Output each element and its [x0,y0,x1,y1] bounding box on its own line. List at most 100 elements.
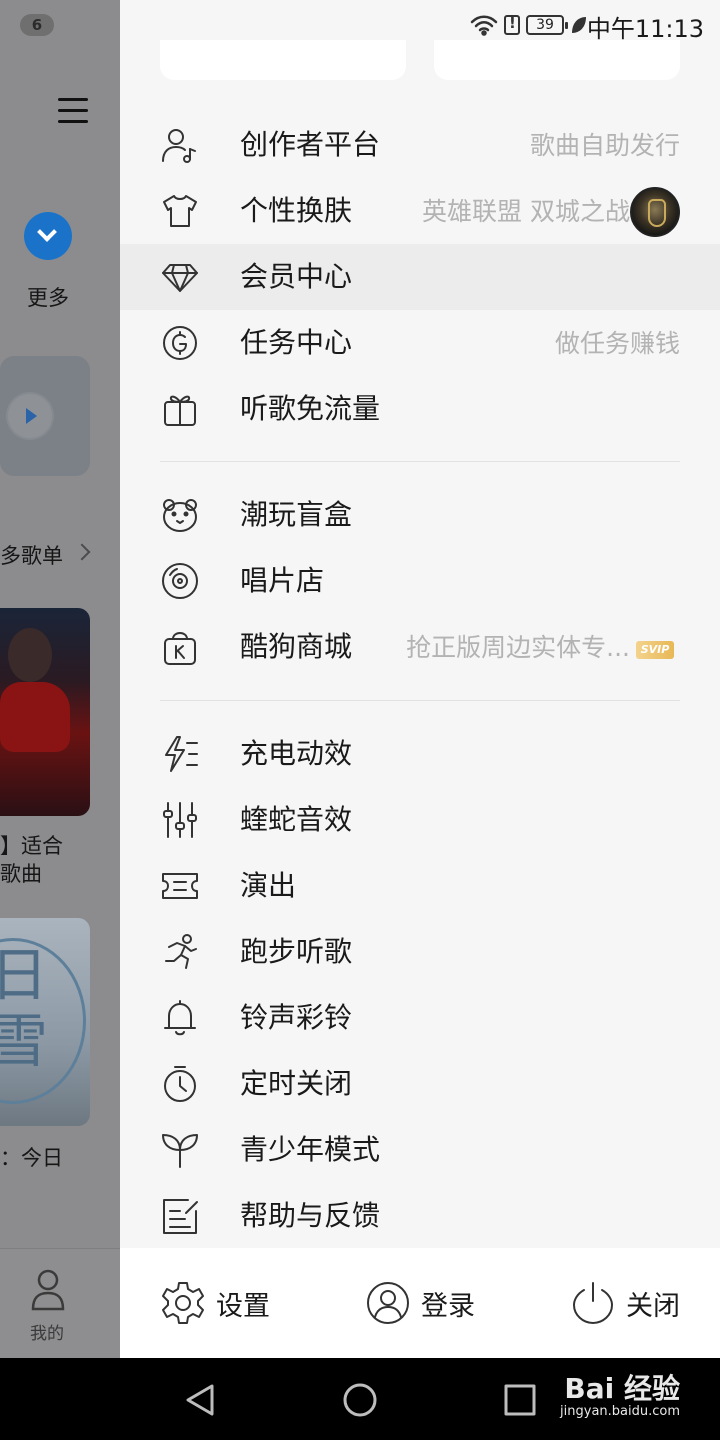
feedback-icon [160,1196,200,1236]
bell-icon [160,998,200,1038]
baidu-jingyan-watermark: Bai 经验 jingyan.baidu.com [560,1372,680,1420]
top-card-right[interactable] [434,40,680,80]
chevron-right-icon[interactable] [73,543,91,561]
menu-item-hint: 抢正版周边实体专... [406,633,630,662]
menu-item-label: 听歌免流量 [240,392,381,425]
user-icon[interactable] [30,1267,66,1311]
equalizer-icon [160,800,200,840]
playlist-cover-2[interactable]: 日 雪 [0,918,90,1126]
recents-nav-button[interactable] [502,1382,538,1418]
menu-item-youth-mode[interactable]: 青少年模式 [120,1117,720,1183]
settings-label: 设置 [216,1290,270,1322]
settings-button[interactable]: 设置 [160,1278,270,1328]
home-nav-button[interactable] [342,1382,378,1418]
playlist-cover-1[interactable] [0,608,90,816]
notification-count-badge: 6 [20,14,54,36]
menu-item-label: 演出 [240,869,297,902]
menu-item-label: 蝰蛇音效 [240,803,353,836]
menu-item-shows[interactable]: 演出 [120,853,720,919]
menu-item-record-store[interactable]: 唱片店 [120,548,720,614]
menu-item-label: 唱片店 [240,564,325,597]
menu-item-task-center[interactable]: 任务中心 做任务赚钱 [120,310,720,376]
close-label: 关闭 [626,1290,680,1322]
menu-item-label: 潮玩盲盒 [240,498,353,531]
menu-item-label: 铃声彩铃 [240,1001,353,1034]
diamond-icon [160,257,200,297]
battery-icon: 39 [526,15,568,35]
tab-me-label[interactable]: 我的 [0,1319,94,1344]
running-icon [160,932,200,972]
menu-item-blind-box[interactable]: 潮玩盲盒 [120,482,720,548]
leaf-icon [572,17,586,33]
cover-glyphs: 日 雪 [0,941,49,1075]
timer-icon [160,1064,200,1104]
bottom-tab-bar: 我的 [0,1248,120,1358]
status-time: 中午11:13 [586,15,704,43]
system-nav-bar: Bai 经验 jingyan.baidu.com [0,1358,720,1440]
menu-item-vip-center[interactable]: 会员中心 [120,244,720,310]
wifi-icon [470,15,498,36]
menu-item-hint: 英雄联盟 双城之战 [422,197,630,226]
close-app-button[interactable]: 关闭 [570,1278,680,1328]
menu-icon[interactable] [58,98,88,131]
login-button[interactable]: 登录 [365,1278,475,1328]
background-app: 6 更多 多歌单 】适合 歌曲 日 雪 ：今日 我的 [0,0,120,1358]
creator-icon [160,125,200,165]
menu-item-creator-platform[interactable]: 创作者平台 歌曲自助发行 [120,112,720,178]
menu-item-label: 创作者平台 [240,128,381,161]
menu-item-kugou-mall[interactable]: 酷狗商城 抢正版周边实体专... SVIP [120,614,720,680]
menu-item-label: 定时关闭 [240,1067,353,1100]
vinyl-icon [160,561,200,601]
sim-alert-icon [504,14,520,35]
recents-square-icon [504,1384,536,1416]
menu-item-label: 充电动效 [240,737,353,770]
more-label: 更多 [27,286,69,310]
playlist-header[interactable]: 多歌单 [0,540,63,570]
menu-item-hint: 歌曲自助发行 [529,131,680,160]
power-icon [573,1282,613,1324]
play-card[interactable] [0,356,90,476]
svip-badge: SVIP [636,641,674,659]
bear-icon [160,495,200,535]
shirt-icon [160,191,200,231]
login-label: 登录 [421,1290,475,1322]
menu-item-label: 酷狗商城 [240,630,353,663]
top-card-left[interactable] [160,40,406,80]
menu-item-hint: 做任务赚钱 [554,329,680,358]
skin-avatar [630,187,680,237]
coin-icon [160,323,200,363]
status-icons: 39 [470,12,588,38]
charge-icon [160,734,200,774]
back-triangle-icon [186,1384,214,1416]
play-icon[interactable] [8,394,52,438]
menu-item-label: 个性换肤 [240,194,353,227]
side-drawer: 39 中午11:13 创作者平台 歌曲自助发行 个性换肤 英雄联盟 双城之战 会… [120,0,720,1358]
top-cards [160,40,680,80]
ticket-icon [160,866,200,906]
menu-item-running-music[interactable]: 跑步听歌 [120,919,720,985]
menu-item-free-data[interactable]: 听歌免流量 [120,376,720,442]
playlist-caption-2: ：今日 [0,1146,63,1170]
menu-item-label: 会员中心 [240,260,353,293]
menu-item-viper-sound[interactable]: 蝰蛇音效 [120,787,720,853]
menu-item-theme-skin[interactable]: 个性换肤 英雄联盟 双城之战 [120,178,720,244]
drawer-bottom-bar: 设置 登录 关闭 [120,1248,720,1358]
section-divider [160,461,680,462]
more-chevron-icon[interactable] [24,212,72,260]
menu-item-help-feedback[interactable]: 帮助与反馈 [120,1183,720,1249]
gift-icon [160,389,200,429]
gear-icon [162,1282,204,1324]
menu-item-sleep-timer[interactable]: 定时关闭 [120,1051,720,1117]
menu-item-label: 帮助与反馈 [240,1199,381,1232]
shop-bag-icon [160,627,200,667]
menu-item-ringtones[interactable]: 铃声彩铃 [120,985,720,1051]
user-icon [367,1282,409,1324]
menu-item-label: 青少年模式 [240,1133,381,1166]
sprout-icon [160,1130,200,1170]
back-nav-button[interactable] [182,1382,218,1418]
section-divider [160,700,680,701]
menu-item-label: 任务中心 [240,326,353,359]
home-circle-icon [343,1383,377,1417]
playlist-caption-1: 】适合 歌曲 [0,834,63,886]
menu-item-charge-effect[interactable]: 充电动效 [120,721,720,787]
